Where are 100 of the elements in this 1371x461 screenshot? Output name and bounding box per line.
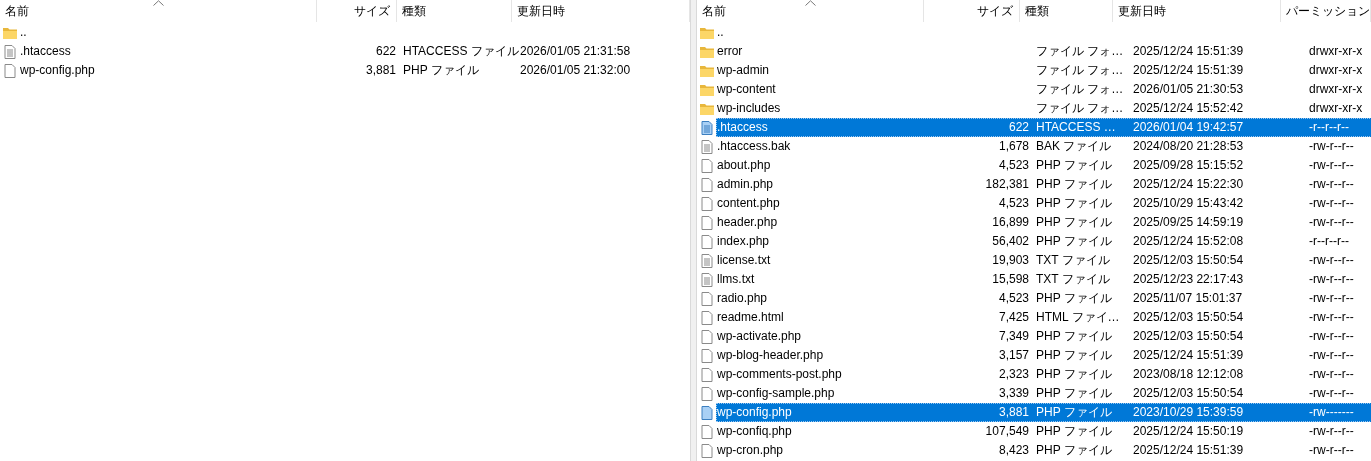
text-file-icon (699, 138, 715, 155)
file-icon (699, 366, 715, 383)
file-perms: drwxr-xr-x (1309, 101, 1363, 115)
file-date: 2025/12/03 15:50:54 (1133, 386, 1244, 400)
file-row[interactable]: .. (716, 23, 1371, 42)
file-type: PHP ファイル (1036, 405, 1112, 419)
file-perms: -rw-r--r-- (1309, 158, 1354, 172)
file-row[interactable]: admin.php 182,381 PHP ファイル 2025/12/24 15:22:30 -rw-r--r-- (716, 175, 1371, 194)
file-name: header.php (717, 215, 778, 229)
file-size: 1,678 (998, 139, 1029, 153)
file-name: .htaccess (717, 120, 768, 134)
file-date: 2026/01/04 19:42:57 (1133, 120, 1244, 134)
file-name: error (717, 44, 743, 58)
file-perms: drwxr-xr-x (1309, 44, 1363, 58)
file-icon (699, 423, 715, 440)
file-type: PHP ファイル (1036, 158, 1112, 172)
file-row[interactable]: wp-content ファイル フォ… 2026/01/05 21:30:53 drwxr-xr-x (716, 80, 1371, 99)
file-perms: -rw-r--r-- (1309, 272, 1354, 286)
file-perms: -rw-r--r-- (1309, 215, 1354, 229)
file-row[interactable]: .htaccess 622 HTACCESS … 2026/01/04 19:42:57 -r--r--r-- (716, 118, 1371, 137)
file-type: TXT ファイル (1036, 272, 1110, 286)
file-row[interactable]: wp-confiq.php 107,549 PHP ファイル 2025/12/24 15:50:19 -rw-r--r-- (716, 422, 1371, 441)
file-row[interactable]: wp-includes ファイル フォ… 2025/12/24 15:52:42 drwxr-xr-x (716, 99, 1371, 118)
file-size: 107,549 (985, 424, 1029, 438)
file-row[interactable]: wp-comments-post.php 2,323 PHP ファイル 2023/08/18 12:12:08 -rw-r--r-- (716, 365, 1371, 384)
file-date: 2024/08/20 21:28:53 (1133, 139, 1244, 153)
file-icon (699, 176, 715, 193)
file-icon (699, 233, 715, 250)
file-type: PHP ファイル (1036, 329, 1112, 343)
file-row[interactable]: wp-blog-header.php 3,157 PHP ファイル 2025/12/24 15:51:39 -rw-r--r-- (716, 346, 1371, 365)
file-row[interactable]: error ファイル フォ… 2025/12/24 15:51:39 drwxr-xr-x (716, 42, 1371, 61)
file-date: 2025/09/28 15:15:52 (1133, 158, 1244, 172)
file-size: 182,381 (985, 177, 1029, 191)
file-name: llms.txt (717, 272, 755, 286)
file-name: wp-blog-header.php (717, 348, 824, 362)
splitter[interactable] (690, 0, 697, 461)
file-row[interactable]: wp-config.php 3,881 PHP ファイル 2023/10/29 15:39:59 -rw------- (716, 403, 1371, 422)
file-date: 2025/12/24 15:50:19 (1133, 424, 1244, 438)
file-name: wp-admin (717, 63, 770, 77)
file-type: PHP ファイル (1036, 234, 1112, 248)
file-row[interactable]: .htaccess.bak 1,678 BAK ファイル 2024/08/20 21:28:53 -rw-r--r-- (716, 137, 1371, 156)
file-name: .. (717, 25, 724, 39)
file-perms: -rw-r--r-- (1309, 386, 1354, 400)
file-icon (699, 214, 715, 231)
file-type: PHP ファイル (1036, 367, 1112, 381)
file-name: wp-confiq.php (717, 424, 792, 438)
file-row[interactable]: index.php 56,402 PHP ファイル 2025/12/24 15:52:08 -r--r--r-- (716, 232, 1371, 251)
file-date: 2023/08/18 12:12:08 (1133, 367, 1244, 381)
file-date: 2025/12/24 15:52:08 (1133, 234, 1244, 248)
file-date: 2025/12/03 15:50:54 (1133, 253, 1244, 267)
file-type: TXT ファイル (1036, 253, 1110, 267)
file-name: about.php (717, 158, 771, 172)
file-type: PHP ファイル (1036, 196, 1112, 210)
file-row[interactable]: wp-cron.php 8,423 PHP ファイル 2025/12/24 15:51:39 -rw-r--r-- (716, 441, 1371, 460)
file-perms: -rw-r--r-- (1309, 329, 1354, 343)
file-type: ファイル フォ… (1036, 63, 1124, 77)
file-row[interactable]: content.php 4,523 PHP ファイル 2025/10/29 15:43:42 -rw-r--r-- (716, 194, 1371, 213)
file-row[interactable]: llms.txt 15,598 TXT ファイル 2025/12/23 22:17:43 -rw-r--r-- (716, 270, 1371, 289)
file-row[interactable]: license.txt 19,903 TXT ファイル 2025/12/03 15:50:54 -rw-r--r-- (716, 251, 1371, 270)
file-size: 7,349 (998, 329, 1029, 343)
text-file-icon (699, 252, 715, 269)
file-date: 2025/12/24 15:51:39 (1133, 348, 1244, 362)
file-name: wp-activate.php (717, 329, 802, 343)
text-file-icon (2, 43, 18, 60)
file-perms: -rw-r--r-- (1309, 139, 1354, 153)
file-type: PHP ファイル (1036, 424, 1112, 438)
file-date: 2025/11/07 15:01:37 (1133, 291, 1243, 305)
file-size: 7,425 (998, 310, 1029, 324)
file-size: 2,323 (998, 367, 1029, 381)
file-row[interactable]: wp-admin ファイル フォ… 2025/12/24 15:51:39 drwxr-xr-x (716, 61, 1371, 80)
file-date: 2026/01/05 21:32:00 (520, 63, 631, 77)
file-row[interactable]: .. (19, 23, 690, 42)
file-size: 622 (1008, 120, 1029, 134)
file-icon (699, 157, 715, 174)
file-row[interactable]: about.php 4,523 PHP ファイル 2025/09/28 15:15:52 -rw-r--r-- (716, 156, 1371, 175)
file-date: 2025/12/24 15:52:42 (1133, 101, 1244, 115)
file-name: radio.php (717, 291, 768, 305)
file-icon (699, 290, 715, 307)
file-row[interactable]: .htaccess 622 HTACCESS ファイル2026/01/05 21:31:58 (19, 42, 690, 61)
file-row[interactable]: wp-config.php 3,881 PHP ファイル 2026/01/05 21:32:00 (19, 61, 690, 80)
file-perms: -rw------- (1309, 405, 1354, 419)
file-size: 56,402 (992, 234, 1029, 248)
file-date: 2025/09/25 14:59:19 (1133, 215, 1244, 229)
file-row[interactable]: readme.html 7,425 HTML ファイ… 2025/12/03 15:50:54 -rw-r--r-- (716, 308, 1371, 327)
file-name: .htaccess.bak (717, 139, 791, 153)
file-date: 2025/12/24 15:22:30 (1133, 177, 1244, 191)
file-row[interactable]: header.php 16,899 PHP ファイル 2025/09/25 14:59:19 -rw-r--r-- (716, 213, 1371, 232)
file-perms: -r--r--r-- (1309, 234, 1349, 248)
file-icon (699, 328, 715, 345)
file-date: 2025/12/03 15:50:54 (1133, 329, 1244, 343)
file-perms: -rw-r--r-- (1309, 367, 1354, 381)
file-size: 16,899 (992, 215, 1029, 229)
file-row[interactable]: wp-activate.php 7,349 PHP ファイル 2025/12/03 15:50:54 -rw-r--r-- (716, 327, 1371, 346)
sort-icon (805, 0, 817, 6)
file-name: wp-comments-post.php (717, 367, 842, 381)
file-perms: -rw-r--r-- (1309, 348, 1354, 362)
file-type: PHP ファイル (1036, 386, 1112, 400)
file-size: 4,523 (998, 158, 1029, 172)
file-row[interactable]: radio.php 4,523 PHP ファイル 2025/11/07 15:01:37 -rw-r--r-- (716, 289, 1371, 308)
file-row[interactable]: wp-config-sample.php 3,339 PHP ファイル 2025/12/03 15:50:54 -rw-r--r-- (716, 384, 1371, 403)
